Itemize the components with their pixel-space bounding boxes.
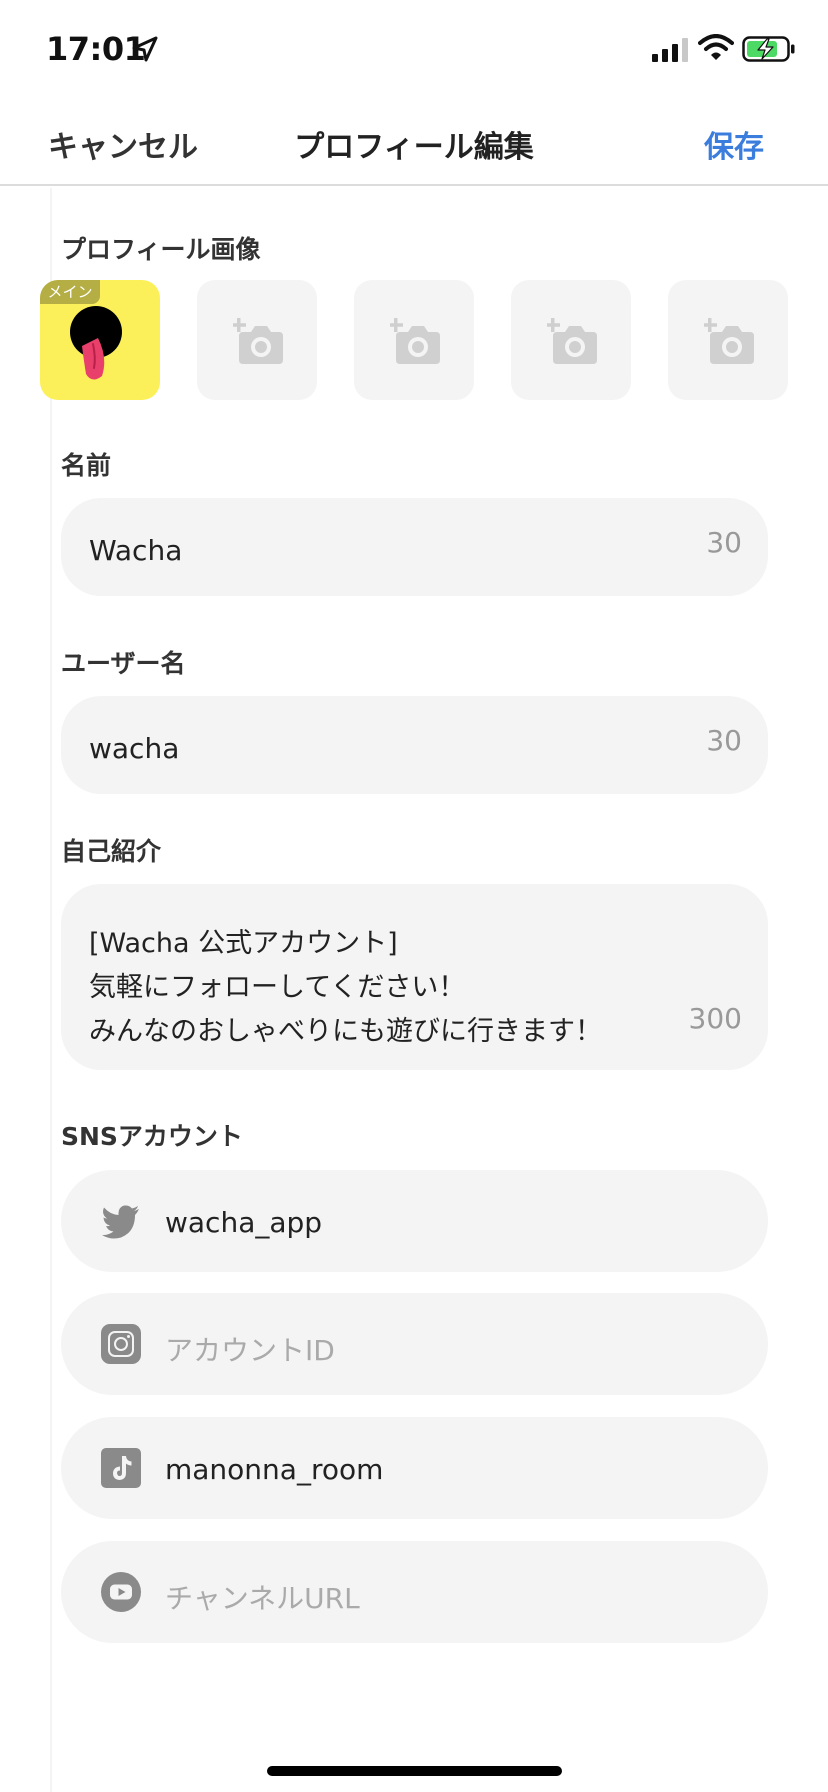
cellular-signal-icon bbox=[652, 38, 688, 62]
username-label: ユーザー名 bbox=[61, 649, 186, 678]
profile-images-label: プロフィール画像 bbox=[61, 235, 261, 264]
twitter-field[interactable]: wacha_app bbox=[61, 1170, 768, 1272]
tiktok-value: manonna_room bbox=[165, 1453, 384, 1486]
add-photo-icon bbox=[704, 318, 754, 364]
add-photo-slot[interactable] bbox=[354, 280, 474, 400]
bio-line: 気軽にフォローしてください！ bbox=[89, 972, 466, 1003]
instagram-field[interactable]: アカウントID bbox=[61, 1293, 768, 1395]
avatar bbox=[70, 306, 122, 380]
add-photo-icon bbox=[233, 318, 283, 364]
bio-text: [Wacha 公式アカウント] 気軽にフォローしてください！ みんなのおしゃべり… bbox=[89, 922, 602, 1054]
twitter-value: wacha_app bbox=[165, 1206, 323, 1239]
location-arrow-icon bbox=[132, 36, 158, 62]
add-photo-icon bbox=[390, 318, 440, 364]
bio-textarea[interactable]: [Wacha 公式アカウント] 気軽にフォローしてください！ みんなのおしゃべり… bbox=[61, 884, 768, 1070]
name-label: 名前 bbox=[61, 451, 112, 480]
twitter-icon bbox=[102, 1205, 139, 1239]
left-divider bbox=[50, 188, 52, 1792]
bio-line: [Wacha 公式アカウント] bbox=[89, 928, 398, 959]
username-field[interactable]: wacha 30 bbox=[61, 696, 768, 794]
name-field[interactable]: Wacha 30 bbox=[61, 498, 768, 596]
tiktok-icon bbox=[101, 1448, 141, 1488]
sns-label: SNSアカウント bbox=[61, 1122, 243, 1151]
bio-line: みんなのおしゃべりにも遊びに行きます！ bbox=[89, 1016, 602, 1047]
home-indicator bbox=[267, 1766, 562, 1776]
username-value: wacha bbox=[89, 732, 180, 765]
main-photo-slot[interactable]: メイン bbox=[40, 280, 160, 400]
youtube-field[interactable]: チャンネルURL bbox=[61, 1541, 768, 1643]
tiktok-field[interactable]: manonna_room bbox=[61, 1417, 768, 1519]
instagram-icon bbox=[101, 1324, 141, 1364]
youtube-icon bbox=[101, 1572, 141, 1612]
add-photo-slot[interactable] bbox=[197, 280, 317, 400]
main-badge: メイン bbox=[40, 280, 100, 304]
save-button[interactable]: 保存 bbox=[704, 122, 764, 166]
youtube-placeholder: チャンネルURL bbox=[165, 1582, 360, 1615]
wifi-icon bbox=[698, 34, 734, 60]
name-char-count: 30 bbox=[706, 526, 742, 559]
battery-charging-icon bbox=[742, 36, 795, 62]
cancel-button[interactable]: キャンセル bbox=[48, 122, 198, 166]
add-photo-slot[interactable] bbox=[511, 280, 631, 400]
username-char-count: 30 bbox=[706, 724, 742, 757]
add-photo-icon bbox=[547, 318, 597, 364]
name-value: Wacha bbox=[89, 534, 183, 567]
nav-bar: キャンセル プロフィール編集 保存 bbox=[0, 100, 828, 186]
bio-label: 自己紹介 bbox=[61, 837, 162, 866]
add-photo-slot[interactable] bbox=[668, 280, 788, 400]
status-bar: 17:01 bbox=[0, 0, 828, 100]
instagram-placeholder: アカウントID bbox=[165, 1334, 335, 1367]
bio-char-count: 300 bbox=[688, 1002, 742, 1035]
